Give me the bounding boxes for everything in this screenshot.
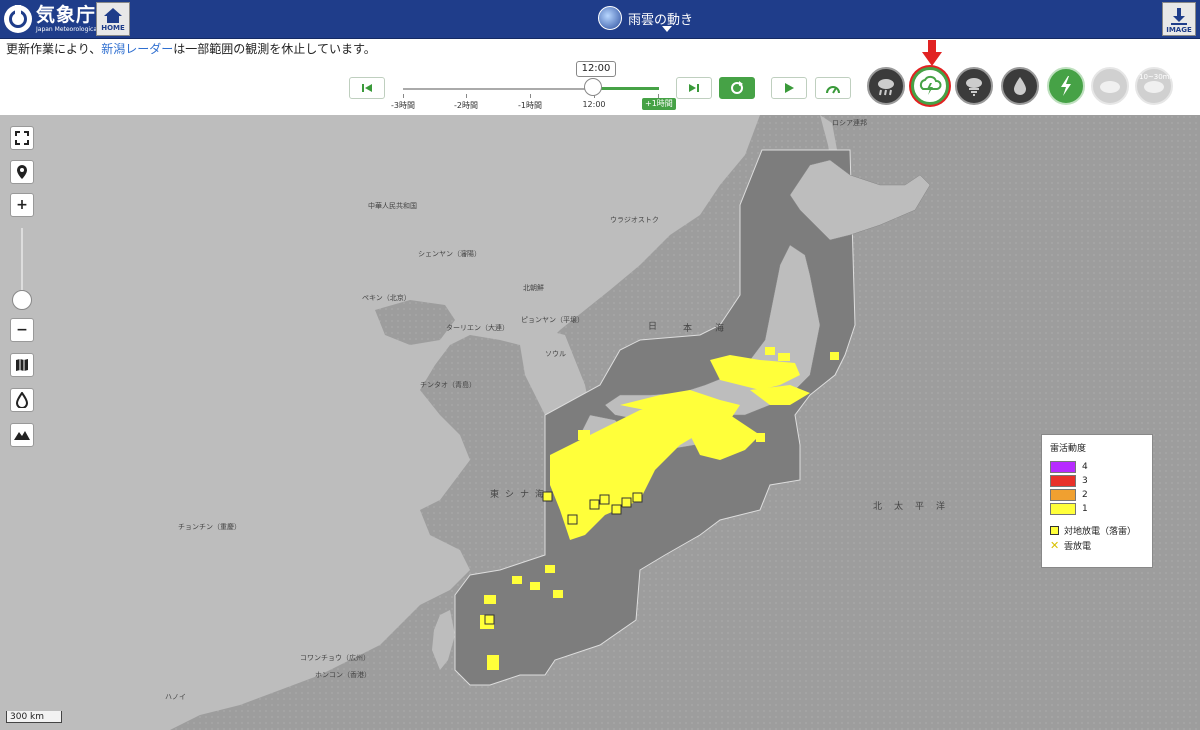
legend-swatch — [1050, 461, 1076, 473]
water-drop-icon — [1014, 77, 1026, 95]
location-button[interactable] — [10, 160, 34, 184]
legend-value: 3 — [1082, 476, 1088, 486]
plus-icon: + — [16, 197, 28, 213]
zoom-in-button[interactable]: + — [10, 193, 34, 217]
terrain-button[interactable] — [10, 423, 34, 447]
tick-label: -3時間 — [391, 101, 415, 110]
lightning-bolt-icon — [1061, 76, 1071, 96]
legend-ground-strike: 対地放電（落雷） — [1064, 527, 1137, 537]
minus-icon: − — [16, 322, 28, 338]
ground-strike-icon — [1050, 526, 1059, 535]
map-label: ロシア連邦 — [832, 119, 867, 127]
map-label: チョンチン（重慶） — [178, 523, 241, 531]
water-drop-button[interactable] — [10, 388, 34, 412]
tick-label: -1時間 — [518, 101, 542, 110]
map-label: ピョンヤン（平壌） — [521, 316, 584, 324]
cloud-layer-button-1[interactable] — [1091, 67, 1129, 105]
zoom-out-button[interactable]: − — [10, 318, 34, 342]
tornado-cloud-icon — [966, 78, 982, 96]
tick-label: -2時間 — [454, 101, 478, 110]
map-label: ハノイ — [165, 693, 186, 701]
tick-label: 12:00 — [582, 100, 606, 109]
thunder-cloud-icon — [919, 75, 942, 95]
home-button[interactable]: HOME — [96, 2, 130, 36]
chevron-down-icon[interactable] — [662, 26, 672, 32]
map-label: ペキン（北京） — [362, 294, 411, 302]
highlight-arrow-icon — [922, 40, 942, 66]
page-title-selector[interactable]: 雨雲の動き — [598, 6, 693, 30]
map-label: ターリエン（大連） — [446, 324, 509, 332]
download-icon — [1177, 8, 1181, 16]
map-label: 中華人民共和国 — [368, 202, 417, 210]
map-label: ホンコン（香港） — [315, 671, 371, 679]
niigata-radar-link[interactable]: 新潟レーダー — [101, 42, 173, 56]
play-icon — [785, 83, 794, 93]
play-button[interactable] — [771, 77, 807, 99]
map-label: 北朝鮮 — [523, 284, 544, 292]
mountain-icon — [14, 431, 30, 440]
last-frame-button[interactable] — [676, 77, 712, 99]
home-button-label: HOME — [101, 24, 125, 32]
globe-icon — [598, 6, 622, 30]
cloud-layer-button-2[interactable]: 10~30min — [1135, 67, 1176, 105]
legend-swatch — [1050, 489, 1076, 501]
thunder-cloud-layer-button[interactable] — [911, 67, 949, 105]
plus-one-hour-badge[interactable]: +1時間 — [642, 98, 676, 110]
map-scale: 300 km — [6, 711, 62, 723]
refresh-button[interactable] — [719, 77, 755, 99]
cloud-discharge-icon: ✕ — [1050, 539, 1060, 552]
skip-forward-icon — [689, 84, 699, 92]
lightning-layer-button[interactable] — [1047, 67, 1085, 105]
legend-value: 2 — [1082, 490, 1088, 500]
fullscreen-button[interactable] — [10, 126, 34, 150]
map-label: シェンヤン（瀋陽） — [418, 250, 481, 258]
rain-cloud-icon — [878, 79, 894, 96]
map-label: ウラジオストク — [610, 216, 659, 224]
map-label: 本 — [683, 324, 693, 334]
image-download-button[interactable]: IMAGE — [1162, 2, 1196, 36]
speed-button[interactable] — [815, 77, 851, 99]
cloud-icon — [1100, 81, 1120, 93]
legend-value: 1 — [1082, 504, 1088, 514]
legend-swatch — [1050, 475, 1076, 487]
first-frame-button[interactable] — [349, 77, 385, 99]
skip-back-icon — [362, 84, 372, 92]
legend-value: 4 — [1082, 462, 1088, 472]
page-title: 雨雲の動き — [628, 12, 694, 28]
layer-time-badge: 10~30min — [1139, 73, 1176, 81]
legend-title: 雷活動度 — [1050, 444, 1087, 454]
map-label: 日 — [648, 322, 658, 332]
map-label: ソウル — [545, 350, 566, 358]
current-time-display: 12:00 — [576, 61, 616, 77]
app-header: 気象庁 Japan Meteorological Agency HOME 雨雲の… — [0, 0, 1200, 39]
legend-swatch — [1050, 503, 1076, 515]
rain-drop-layer-button[interactable] — [1001, 67, 1039, 105]
map-label: チンタオ（青島） — [420, 381, 476, 389]
location-pin-icon — [17, 165, 27, 179]
map-canvas — [0, 115, 1200, 730]
lightning-legend: 雷活動度 4 3 2 1 対地放電（落雷） ✕ 雲放電 — [1041, 434, 1153, 568]
water-drop-icon — [16, 392, 28, 408]
refresh-icon — [731, 81, 743, 94]
tornado-layer-button[interactable] — [955, 67, 993, 105]
time-slider-handle[interactable] — [584, 78, 602, 96]
home-icon — [104, 8, 122, 16]
zoom-slider-handle[interactable] — [12, 290, 32, 310]
speedometer-icon — [826, 86, 840, 94]
map-label: 海 — [715, 324, 725, 334]
time-slider-track[interactable] — [403, 87, 659, 90]
map-icon — [16, 359, 28, 371]
rain-cloud-layer-button[interactable] — [867, 67, 905, 105]
image-button-label: IMAGE — [1166, 26, 1192, 34]
weather-map[interactable]: ロシア連邦 中華人民共和国 ウラジオストク シェンヤン（瀋陽） 北朝鮮 ペキン（… — [0, 115, 1200, 730]
maintenance-notice: 更新作業により、新潟レーダーは一部範囲の観測を休止しています。 — [6, 42, 376, 56]
jma-logo-mark-icon — [4, 5, 32, 33]
fullscreen-icon — [15, 131, 29, 145]
legend-cloud-discharge: 雲放電 — [1064, 542, 1092, 552]
map-layer-button[interactable] — [10, 353, 34, 377]
map-label: 北太平洋 — [873, 502, 958, 512]
map-label: コワンチョウ（広州） — [300, 654, 370, 662]
time-slider-forecast-range — [593, 87, 659, 90]
map-label: 東シナ海 — [490, 490, 551, 500]
